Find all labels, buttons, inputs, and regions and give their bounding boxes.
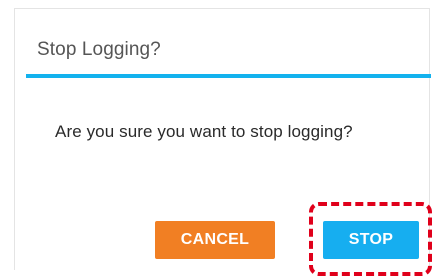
- stop-button[interactable]: STOP: [323, 221, 419, 259]
- cancel-button[interactable]: CANCEL: [155, 221, 275, 259]
- stop-logging-dialog: Stop Logging? Are you sure you want to s…: [14, 8, 432, 276]
- dialog-title: Stop Logging?: [37, 39, 161, 60]
- title-divider: [26, 74, 431, 78]
- dialog-message: Are you sure you want to stop logging?: [55, 122, 353, 141]
